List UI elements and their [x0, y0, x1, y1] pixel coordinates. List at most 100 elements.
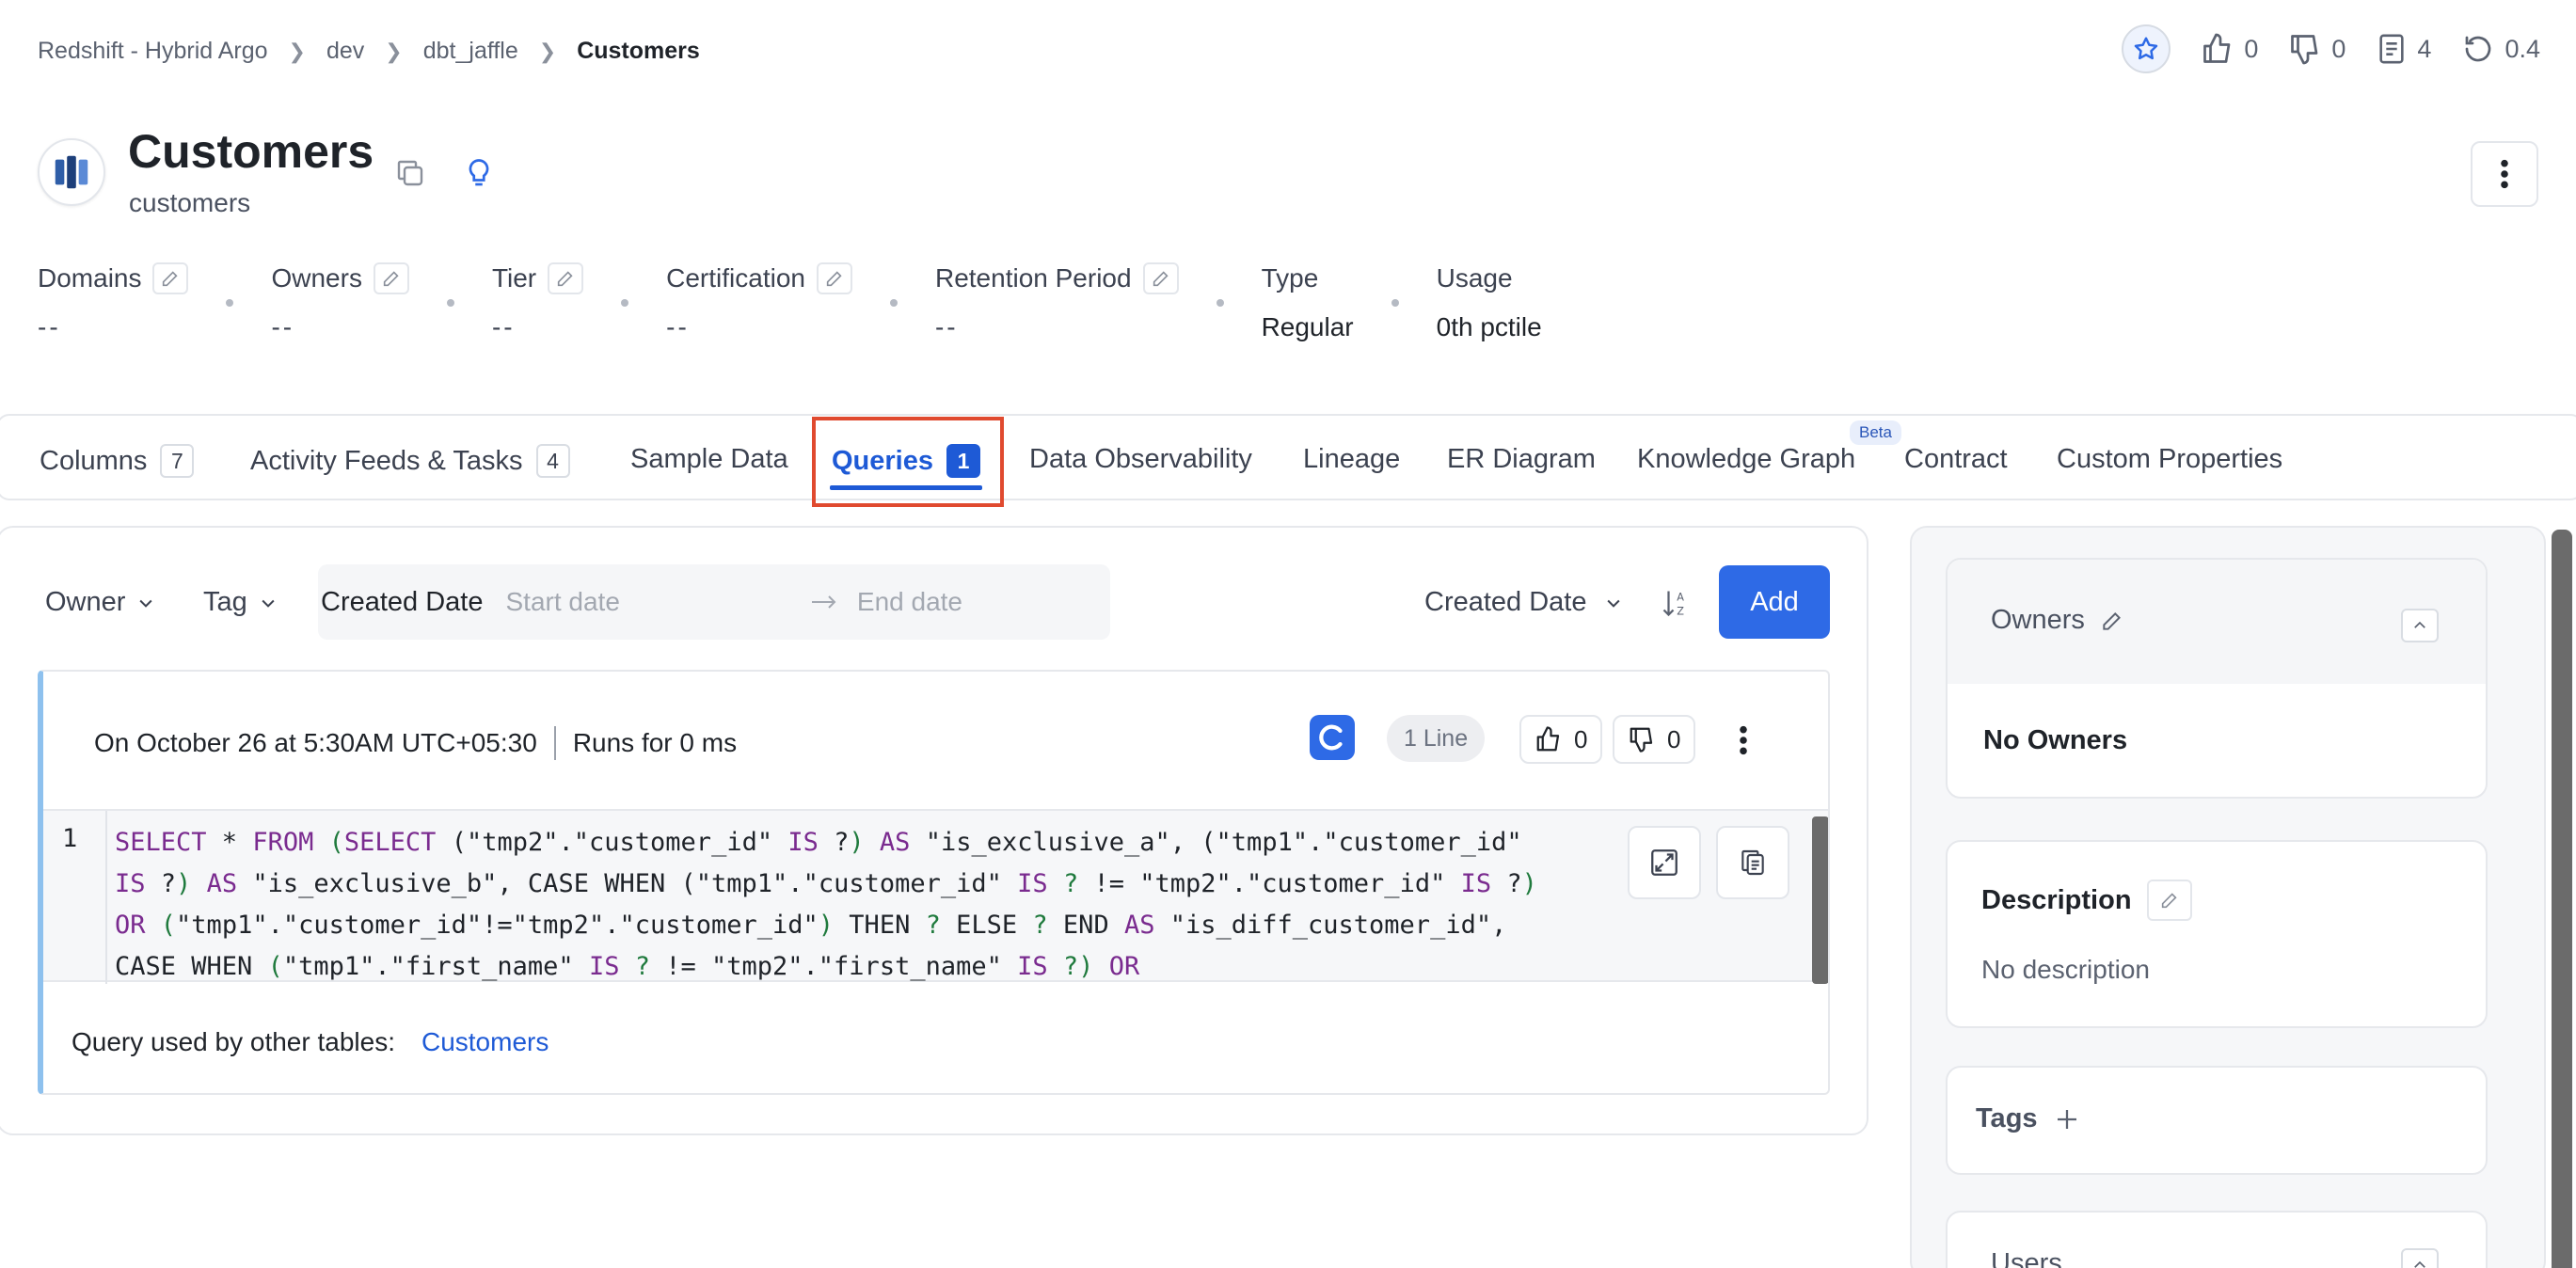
tab-label: Sample Data: [630, 444, 788, 474]
prop-value: Regular: [1261, 312, 1354, 341]
date-range-picker[interactable]: Created Date Start date End date: [318, 564, 1110, 640]
breadcrumb-item-schema[interactable]: dbt_jaffle: [423, 38, 518, 65]
date-range-label: Created Date: [321, 586, 484, 617]
tab-activity-feeds[interactable]: Activity Feeds & Tasks 4: [250, 444, 570, 478]
chevron-down-icon: [1606, 599, 1620, 608]
tags-title: Tags: [1976, 1103, 2038, 1133]
tab-label: Columns: [40, 445, 148, 476]
tab-sample-data[interactable]: Sample Data: [630, 444, 788, 475]
edit-tier-button[interactable]: [548, 262, 584, 294]
no-owners-text: No Owners: [1983, 725, 2128, 755]
page-scrollbar[interactable]: [2552, 530, 2572, 1268]
chevron-up-icon: [2414, 621, 2425, 628]
query-used-by: Query used by other tables: Customers: [72, 1027, 549, 1057]
chevron-down-icon: [139, 599, 152, 608]
chevron-right-icon: ❯: [288, 39, 306, 63]
version-button[interactable]: 0.4: [2461, 32, 2540, 66]
edit-owners-button[interactable]: [373, 262, 409, 294]
tab-label: ER Diagram: [1447, 444, 1596, 474]
add-query-button[interactable]: Add: [1719, 565, 1830, 639]
used-by-label: Query used by other tables:: [72, 1027, 395, 1056]
chevron-up-icon: [2414, 1260, 2425, 1268]
plus-icon[interactable]: [2053, 1105, 2081, 1133]
breadcrumb-item-service[interactable]: Redshift - Hybrid Argo: [38, 38, 268, 65]
beta-badge: Beta: [1850, 420, 1901, 445]
more-options-button[interactable]: [2471, 141, 2538, 207]
copy-query-button[interactable]: [1716, 826, 1789, 899]
tab-label: Custom Properties: [2057, 444, 2283, 474]
copy-link-button[interactable]: [393, 156, 427, 195]
tab-er-diagram[interactable]: ER Diagram: [1447, 444, 1596, 475]
prop-usage: Usage 0th pctile: [1437, 262, 1542, 342]
sort-by-dropdown[interactable]: Created Date: [1424, 587, 1623, 618]
edit-description-button[interactable]: [2146, 880, 2192, 921]
tab-columns[interactable]: Columns 7: [40, 444, 195, 478]
code-scrollbar[interactable]: [1812, 816, 1828, 984]
prop-type: Type Regular: [1262, 262, 1354, 342]
like-count: 0: [1574, 724, 1588, 753]
expand-query-button[interactable]: [1628, 826, 1701, 899]
prop-value: 0th pctile: [1436, 312, 1542, 341]
star-icon: [2135, 37, 2158, 60]
follow-button[interactable]: [2122, 24, 2171, 73]
dislike-button[interactable]: 0: [2288, 32, 2345, 66]
prop-certification: Certification --: [666, 262, 852, 342]
pencil-icon[interactable]: [2100, 609, 2124, 633]
owners-title-row: Owners: [1991, 605, 2124, 636]
users-collapse-button[interactable]: [2401, 1248, 2439, 1268]
pencil-icon: [383, 271, 399, 287]
line-count-badge: 1 Line: [1387, 715, 1486, 762]
used-by-link[interactable]: Customers: [421, 1027, 549, 1056]
prop-value: --: [491, 312, 516, 341]
pencil-icon: [163, 271, 179, 287]
line-number: 1: [43, 811, 107, 984]
sort-label: Created Date: [1424, 587, 1587, 617]
prop-value: --: [666, 312, 690, 341]
tag-filter[interactable]: Tag: [203, 587, 278, 618]
tab-count: 4: [535, 444, 570, 478]
sql-editor[interactable]: 1 SELECT * FROM (SELECT ("tmp2"."custome…: [43, 809, 1828, 984]
users-card: Users: [1946, 1211, 2488, 1268]
owner-filter[interactable]: Owner: [45, 587, 155, 618]
breadcrumb-item-database[interactable]: dev: [326, 38, 364, 65]
owners-collapse-button[interactable]: [2401, 609, 2439, 642]
like-count: 0: [2244, 34, 2259, 63]
dislike-count: 0: [1667, 724, 1681, 753]
chevron-down-icon: [262, 599, 275, 608]
separator-dot: [1216, 299, 1224, 307]
query-card: On October 26 at 5:30AM UTC+05:30 Runs f…: [38, 670, 1830, 1095]
sort-ascending-icon: AZ: [1662, 591, 1684, 618]
tab-knowledge-graph[interactable]: Knowledge Graph: [1637, 444, 1855, 475]
edit-domains-button[interactable]: [152, 262, 189, 294]
top-actions: 0 0 4 0.4: [2122, 24, 2540, 73]
tab-label: Contract: [1904, 444, 2008, 474]
tasks-button[interactable]: 4: [2376, 32, 2431, 66]
tabs-bar: Columns 7 Activity Feeds & Tasks 4 Sampl…: [0, 414, 2576, 500]
start-date-input[interactable]: Start date: [506, 587, 620, 617]
query-like-button[interactable]: 0: [1519, 715, 1603, 764]
query-more-button[interactable]: [1738, 724, 1749, 761]
prop-domains: Domains --: [38, 262, 189, 342]
tab-label: Activity Feeds & Tasks: [250, 445, 523, 476]
edit-certification-button[interactable]: [816, 262, 852, 294]
tab-data-observability[interactable]: Data Observability: [1029, 444, 1252, 475]
tags-title-row: Tags: [1976, 1103, 2081, 1134]
filter-label: Tag: [203, 587, 247, 617]
description-card: Description No description: [1946, 840, 2488, 1028]
suggestion-button[interactable]: [462, 156, 496, 195]
query-dislike-button[interactable]: 0: [1613, 715, 1696, 764]
prop-value: --: [38, 312, 61, 341]
sort-order-button[interactable]: AZ: [1662, 587, 1690, 624]
more-vertical-icon: [2501, 159, 2508, 189]
lightbulb-icon: [469, 159, 489, 186]
edit-retention-button[interactable]: [1142, 262, 1179, 294]
query-date: On October 26 at 5:30AM UTC+05:30: [94, 728, 537, 757]
prop-label: Tier: [491, 263, 537, 293]
tab-count: 7: [160, 444, 195, 478]
tab-contract[interactable]: Contract: [1904, 444, 2008, 475]
like-button[interactable]: 0: [2201, 32, 2258, 66]
tab-lineage[interactable]: Lineage: [1303, 444, 1400, 475]
end-date-input[interactable]: End date: [857, 587, 962, 617]
separator-dot: [226, 299, 234, 307]
tab-custom-properties[interactable]: Custom Properties: [2057, 444, 2282, 475]
